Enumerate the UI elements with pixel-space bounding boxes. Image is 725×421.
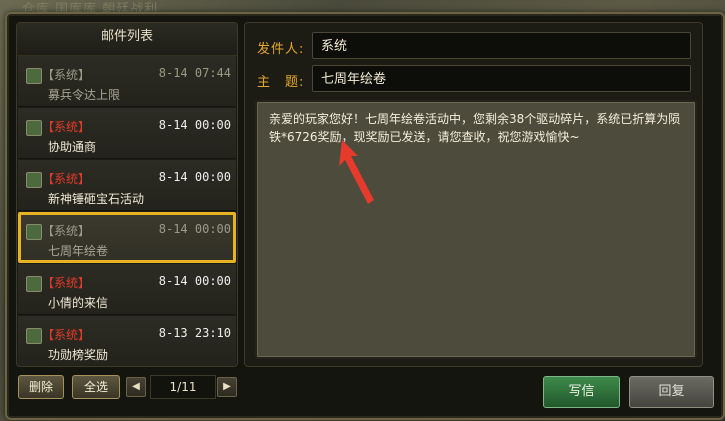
triangle-left-icon: ◀ <box>132 381 140 392</box>
mail-subject: 小倩的来信 <box>48 296 109 310</box>
subject-field: 七周年绘卷 <box>312 65 691 92</box>
mail-subject: 协助通商 <box>48 140 97 154</box>
red-annotation-arrow <box>339 140 374 204</box>
mail-list-panel: 邮件列表 【系统】 8-14 07:44 募兵令达上限 【系统】 8-14 00:00 协… <box>16 22 238 367</box>
mail-list-item[interactable]: 【系统】 8-14 00:00 新神锤砸宝石活动 <box>18 160 236 211</box>
mail-select-checkbox[interactable] <box>26 224 42 240</box>
arrow-shape <box>339 140 374 204</box>
mail-subject: 募兵令达上限 <box>48 88 121 102</box>
mail-select-checkbox[interactable] <box>26 172 42 188</box>
mail-list-item[interactable]: 【系统】 8-14 00:00 协助通商 <box>18 108 236 159</box>
mail-list-title: 邮件列表 <box>17 23 237 56</box>
reply-button[interactable]: 回复 <box>629 376 714 408</box>
sender-field: 系统 <box>312 32 691 59</box>
mail-subject: 七周年绘卷 <box>48 244 109 258</box>
next-page-button[interactable]: ▶ <box>217 377 237 397</box>
mail-list-item[interactable]: 【系统】 8-14 00:00 七周年绘卷 <box>18 212 236 263</box>
mail-date: 8-14 00:00 <box>158 118 231 132</box>
mail-list-item[interactable]: 【系统】 8-13 23:10 功勋榜奖励 <box>18 316 236 366</box>
mail-list: 【系统】 8-14 07:44 募兵令达上限 【系统】 8-14 00:00 协助通商 【系… <box>17 56 237 366</box>
prev-page-button[interactable]: ◀ <box>126 377 146 397</box>
delete-button[interactable]: 删除 <box>18 375 64 399</box>
sender-label: 发件人: <box>257 42 305 57</box>
mail-date: 8-13 23:10 <box>158 326 231 340</box>
mail-subject: 功勋榜奖励 <box>48 348 109 362</box>
write-mail-button[interactable]: 写信 <box>543 376 620 408</box>
mail-select-checkbox[interactable] <box>26 328 42 344</box>
mail-list-item[interactable]: 【系统】 8-14 00:00 小倩的来信 <box>18 264 236 315</box>
subject-label: 主 题: <box>257 75 305 90</box>
mail-subject: 新神锤砸宝石活动 <box>48 192 145 206</box>
mail-date: 8-14 00:00 <box>158 170 231 184</box>
mail-date: 8-14 00:00 <box>158 274 231 288</box>
page-indicator: 1/11 <box>150 375 216 399</box>
mail-sender-tag: 【系统】 <box>42 172 91 186</box>
triangle-right-icon: ▶ <box>223 381 231 392</box>
mail-sender-tag: 【系统】 <box>42 328 91 342</box>
mail-body-box[interactable]: 亲爱的玩家您好！七周年绘卷活动中，您剩余38个驱动碎片，系统已折算为陨铁*672… <box>255 100 697 359</box>
mail-sender-tag: 【系统】 <box>42 120 91 134</box>
mail-date: 8-14 07:44 <box>158 66 231 80</box>
mail-list-item[interactable]: 【系统】 8-14 07:44 募兵令达上限 <box>18 56 236 107</box>
mail-select-checkbox[interactable] <box>26 68 42 84</box>
select-all-button[interactable]: 全选 <box>72 375 120 399</box>
mail-sender-tag: 【系统】 <box>42 68 91 82</box>
mail-sender-tag: 【系统】 <box>42 224 91 238</box>
mail-select-checkbox[interactable] <box>26 120 42 136</box>
mail-select-checkbox[interactable] <box>26 276 42 292</box>
mail-date: 8-14 00:00 <box>158 222 231 236</box>
mail-sender-tag: 【系统】 <box>42 276 91 290</box>
